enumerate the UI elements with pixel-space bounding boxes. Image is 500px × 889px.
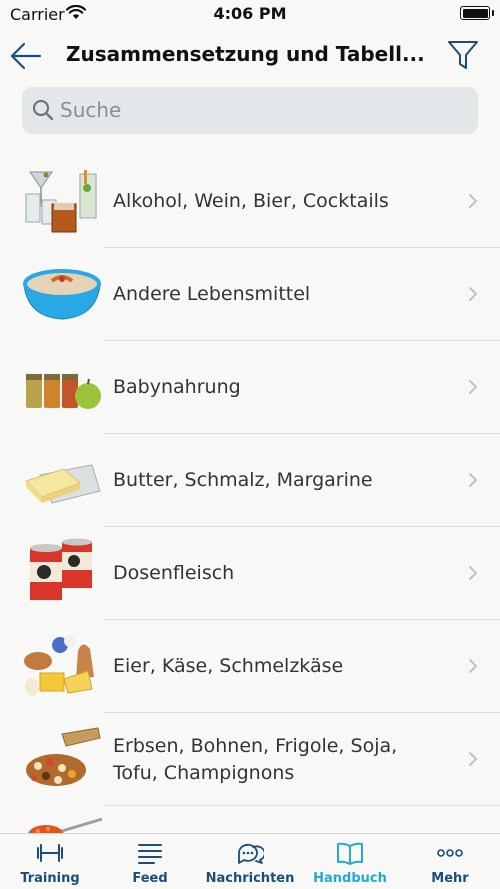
canned-meat-image bbox=[30, 538, 92, 600]
tab-handbook[interactable]: Handbuch bbox=[300, 834, 400, 889]
status-bar: Carrier 4:06 PM bbox=[0, 0, 500, 30]
tab-label: Nachrichten bbox=[205, 871, 295, 886]
list-item[interactable]: Babynahrung bbox=[0, 341, 500, 434]
category-label: Eier, Käse, Schmelzkäse bbox=[113, 655, 344, 677]
more-dots-icon bbox=[437, 849, 463, 857]
category-label: Alkohol, Wein, Bier, Cocktails bbox=[113, 190, 389, 212]
tab-bar: Training Feed Nachrichten Handbuch Mehr bbox=[0, 833, 500, 889]
category-label: Babynahrung bbox=[113, 376, 241, 398]
chevron-right-icon bbox=[469, 287, 477, 301]
filter-icon[interactable] bbox=[446, 37, 480, 73]
clock-time: 4:06 PM bbox=[213, 4, 287, 23]
search-icon bbox=[32, 99, 54, 121]
category-list: Alkohol, Wein, Bier, Cocktails Andere Le… bbox=[0, 155, 500, 834]
drinks-image bbox=[25, 170, 97, 233]
butter-image bbox=[25, 464, 101, 504]
page-title: Zusammensetzung und Tabell... bbox=[66, 42, 425, 66]
tab-messages[interactable]: Nachrichten bbox=[200, 834, 300, 889]
caviar-image bbox=[28, 817, 102, 834]
category-label: Andere Lebensmittel bbox=[113, 283, 311, 305]
battery-icon bbox=[460, 6, 494, 20]
list-item[interactable]: Alkohol, Wein, Bier, Cocktails bbox=[0, 155, 500, 248]
list-item[interactable]: Dosenfleisch bbox=[0, 527, 500, 620]
list-item[interactable]: Eier, Käse, Schmelzkäse bbox=[0, 620, 500, 713]
tab-label: Handbuch bbox=[313, 871, 387, 886]
category-label bbox=[113, 806, 443, 834]
navigation-bar: Zusammensetzung und Tabell... bbox=[0, 30, 500, 82]
list-item[interactable] bbox=[0, 806, 500, 834]
search-bar[interactable] bbox=[22, 87, 478, 134]
list-lines-icon bbox=[138, 844, 162, 864]
legumes-image bbox=[26, 727, 101, 786]
chevron-right-icon bbox=[469, 194, 477, 208]
tab-label: Mehr bbox=[431, 871, 469, 886]
open-book-icon bbox=[337, 842, 363, 865]
bowl-image bbox=[23, 269, 101, 320]
chevron-right-icon bbox=[469, 659, 477, 673]
baby-food-jars-image bbox=[26, 374, 101, 409]
dairy-image bbox=[24, 635, 94, 696]
tab-label: Feed bbox=[132, 871, 168, 886]
chevron-right-icon bbox=[469, 380, 477, 394]
list-item[interactable]: Erbsen, Bohnen, Frigole, Soja, Tofu, Cha… bbox=[0, 713, 500, 806]
search-input[interactable] bbox=[60, 95, 460, 125]
category-label: Butter, Schmalz, Margarine bbox=[113, 469, 373, 491]
list-item[interactable]: Butter, Schmalz, Margarine bbox=[0, 434, 500, 527]
chevron-right-icon bbox=[469, 473, 477, 487]
chat-bubbles-icon bbox=[238, 843, 264, 864]
tab-feed[interactable]: Feed bbox=[100, 834, 200, 889]
chevron-right-icon bbox=[469, 752, 477, 766]
back-arrow-icon[interactable] bbox=[8, 38, 44, 74]
category-label: Dosenfleisch bbox=[113, 562, 235, 584]
chevron-right-icon bbox=[469, 566, 477, 580]
tab-more[interactable]: Mehr bbox=[400, 834, 500, 889]
category-label: Erbsen, Bohnen, Frigole, Soja, Tofu, Cha… bbox=[113, 734, 398, 784]
dumbbell-icon bbox=[37, 844, 63, 862]
list-item[interactable]: Andere Lebensmittel bbox=[0, 248, 500, 341]
tab-label: Training bbox=[20, 871, 80, 886]
tab-training[interactable]: Training bbox=[0, 834, 100, 889]
